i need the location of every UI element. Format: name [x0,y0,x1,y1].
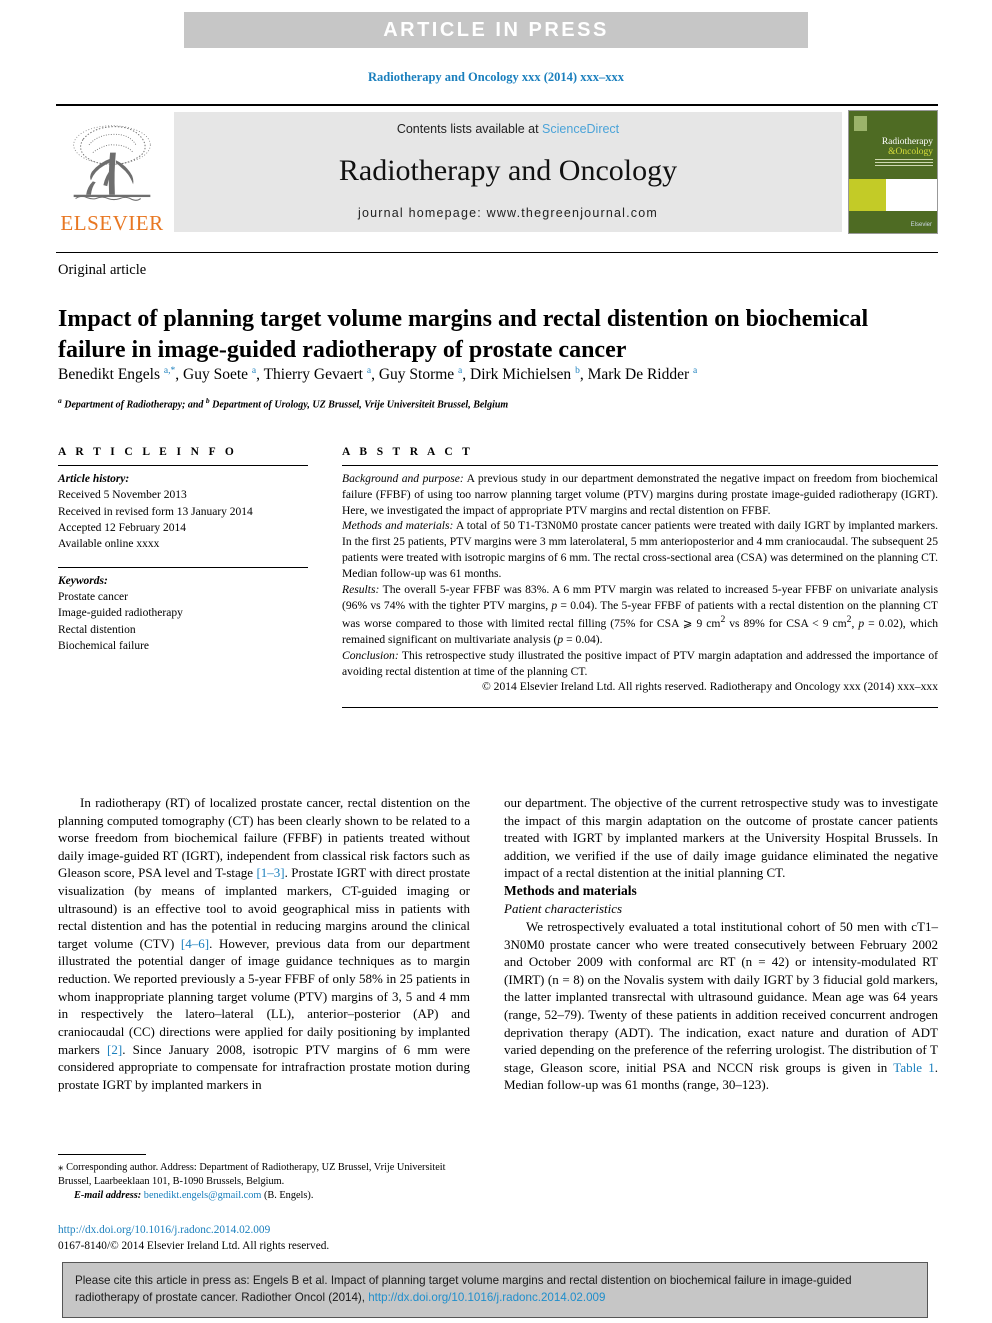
article-info-column: A R T I C L E I N F O Article history: R… [58,446,308,654]
abstract-results-paragraph: Results: The overall 5-year FFBF was 83%… [342,582,938,648]
history-item: Received in revised form 13 January 2014 [58,505,253,518]
sciencedirect-link[interactable]: ScienceDirect [542,122,619,136]
email-note: E-mail address: benedikt.engels@gmail.co… [58,1189,470,1203]
patient-characteristics-paragraph: We retrospectively evaluated a total ins… [504,918,938,1093]
journal-homepage-line[interactable]: journal homepage: www.thegreenjournal.co… [358,206,658,220]
keywords-block: Keywords: Prostate cancer Image-guided r… [58,573,308,655]
author-list: Benedikt Engels a,*, Guy Soete a, Thierr… [58,366,698,384]
history-item: Received 5 November 2013 [58,489,187,502]
journal-masthead: ELSEVIER Contents lists available at Sci… [56,104,938,236]
article-info-rule-middle [58,566,308,568]
cover-badge-icon [854,116,867,131]
abstract-results-text: The overall 5-year FFBF was 83%. A 6 mm … [342,582,939,646]
elsevier-wordmark: ELSEVIER [60,211,164,235]
keywords-label: Keywords: [58,574,108,587]
cover-white-block [885,179,937,212]
abstract-results-label: Results: [342,582,380,596]
journal-cover-thumbnail: Radiotherapy &Oncology Elsevier [848,110,938,234]
abstract-background-paragraph: Background and purpose: A previous study… [342,471,938,518]
email-address-label: E-mail address: [74,1190,142,1202]
abstract-methods-label: Methods and materials: [342,519,454,533]
keyword-item: Biochemical failure [58,639,150,652]
contents-lists-prefix: Contents lists available at [396,122,543,136]
body-column-left: In radiotherapy (RT) of localized prosta… [58,794,470,1093]
abstract-conclusion-text: This retrospective study illustrated the… [342,648,938,678]
title-top-rule [56,252,938,253]
article-type-label: Original article [58,262,147,278]
citation-doi-link[interactable]: http://dx.doi.org/10.1016/j.radonc.2014.… [368,1291,605,1304]
abstract-body: Background and purpose: A previous study… [342,471,938,695]
journal-title: Radiotherapy and Oncology [338,154,678,187]
citation-footer-box: Please cite this article in press as: En… [62,1262,928,1318]
issn-copyright-line: 0167-8140/© 2014 Elsevier Ireland Ltd. A… [58,1240,330,1253]
history-item: Available online xxxx [58,538,160,551]
elsevier-tree-icon [73,125,151,201]
history-item: Accepted 12 February 2014 [58,521,187,534]
cover-yellow-block [849,179,886,212]
article-info-heading: A R T I C L E I N F O [58,446,238,458]
abstract-background-label: Background and purpose: [342,472,464,485]
abstract-rule-top [342,465,938,466]
abstract-copyright: © 2014 Elsevier Ireland Ltd. All rights … [481,680,938,694]
email-address-link[interactable]: benedikt.engels@gmail.com [144,1190,262,1201]
affiliation-line: a Department of Radiotherapy; and b Depa… [58,396,509,411]
abstract-rule-bottom [342,707,938,709]
masthead-center-panel: Contents lists available at ScienceDirec… [174,112,842,232]
article-history-block: Article history: Received 5 November 201… [58,471,308,553]
article-history-label: Article history: [58,473,130,485]
email-note-suffix: (B. Engels). [261,1190,314,1202]
elsevier-logo: ELSEVIER [56,108,168,236]
cover-subtitle-lines [875,159,933,166]
article-in-press-banner: ARTICLE IN PRESS [184,12,808,48]
doi-link[interactable]: http://dx.doi.org/10.1016/j.radonc.2014.… [58,1222,470,1238]
abstract-column: A B S T R A C T Background and purpose: … [342,446,938,713]
cover-publisher-mark: Elsevier [910,222,932,228]
keyword-item: Rectal distention [58,623,136,636]
abstract-heading: A B S T R A C T [342,446,474,458]
methods-section-heading: Methods and materials [504,883,637,899]
keyword-item: Prostate cancer [58,590,128,603]
footnote-rule [58,1154,146,1155]
article-in-press-label: ARTICLE IN PRESS [383,18,609,41]
abstract-methods-paragraph: Methods and materials: A total of 50 T1-… [342,518,938,581]
corresponding-author-note: ⁎ Corresponding author. Address: Departm… [58,1161,446,1188]
journal-reference-line: Radiotherapy and Oncology xxx (2014) xxx… [368,70,624,84]
footnotes-block: ⁎ Corresponding author. Address: Departm… [58,1160,470,1204]
keyword-item: Image-guided radiotherapy [58,607,183,620]
doi-block: http://dx.doi.org/10.1016/j.radonc.2014.… [58,1222,470,1255]
cover-title-line2: &Oncology [888,147,933,157]
body-column-right: our department. The objective of the cur… [504,794,938,1094]
abstract-conclusion-label: Conclusion: [342,648,399,662]
page-title: Impact of planning target volume margins… [58,306,869,363]
intro-continuation-paragraph: our department. The objective of the cur… [504,795,938,881]
intro-paragraph: In radiotherapy (RT) of localized prosta… [58,795,470,1092]
abstract-conclusion-paragraph: Conclusion: This retrospective study ill… [342,648,938,680]
article-info-rule-top [58,465,308,466]
patient-characteristics-heading: Patient characteristics [504,901,623,917]
contents-lists-line: Contents lists available at ScienceDirec… [397,122,619,136]
